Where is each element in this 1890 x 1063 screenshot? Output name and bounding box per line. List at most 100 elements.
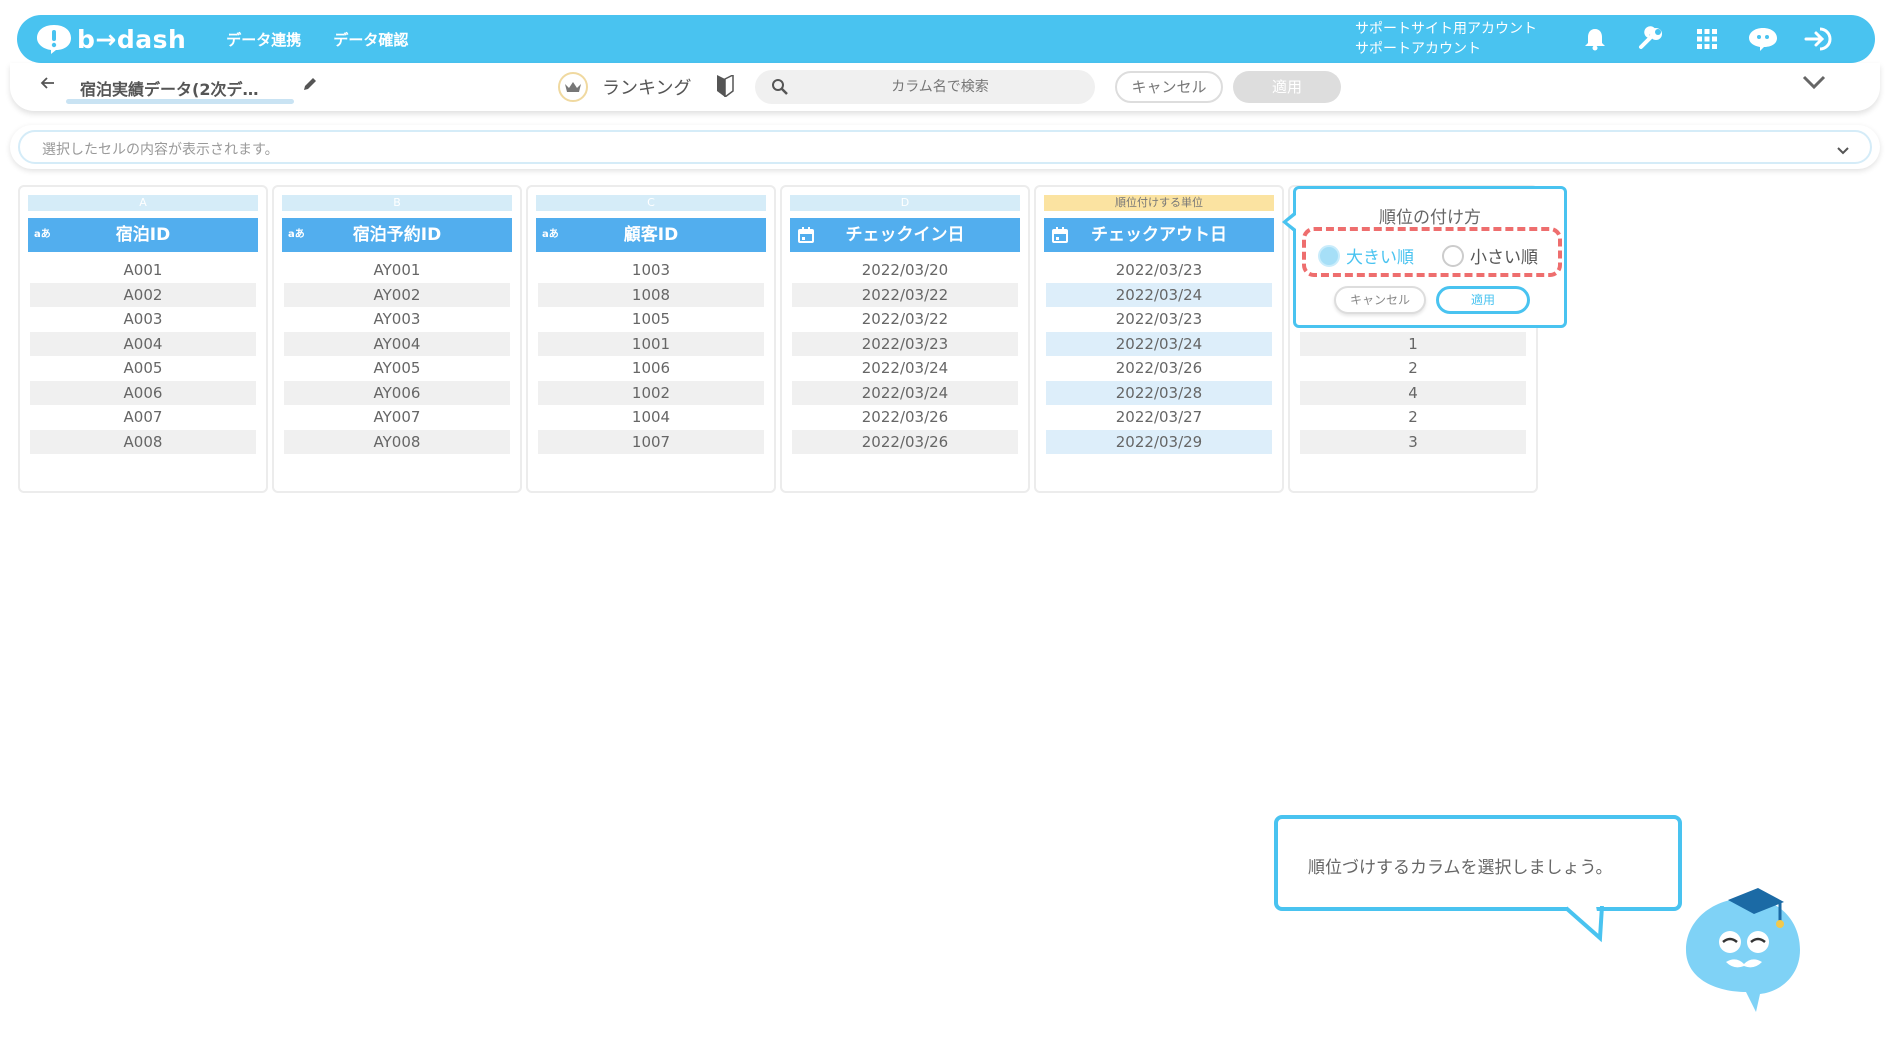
table-cell[interactable]: 2022/03/28 <box>1046 380 1272 405</box>
popup-apply-button[interactable]: 適用 <box>1436 286 1530 314</box>
table-cell[interactable]: A002 <box>30 282 256 307</box>
table-cell[interactable]: 2022/03/24 <box>792 356 1018 380</box>
radio-descending[interactable]: 大きい順 <box>1318 243 1414 268</box>
chat-mascot-icon[interactable] <box>1747 23 1779 55</box>
column-letter: D <box>790 195 1020 211</box>
cancel-button[interactable]: キャンセル <box>1115 71 1223 103</box>
apps-grid-icon[interactable] <box>1691 23 1723 55</box>
table-cell[interactable]: 2022/03/23 <box>1046 307 1272 331</box>
crown-icon <box>558 72 588 102</box>
column-letter: C <box>536 195 766 211</box>
dataset-title[interactable]: 宿泊実績データ(2次デ… <box>80 76 258 100</box>
table-cell[interactable]: 2022/03/23 <box>792 331 1018 356</box>
text-type-icon: aあ <box>34 229 51 240</box>
table-cell[interactable]: AY001 <box>284 258 510 282</box>
table-cell[interactable]: 1003 <box>538 258 764 282</box>
guide-message: 順位づけするカラムを選択しましょう。 <box>1308 858 1613 878</box>
table-cell[interactable]: 1008 <box>538 282 764 307</box>
expand-chevron-icon[interactable] <box>1836 141 1850 160</box>
column-header-label: チェックアウト日 <box>1091 225 1227 245</box>
mode-title: ランキング <box>602 78 692 99</box>
column-header[interactable]: チェックアウト日 <box>1044 218 1274 252</box>
table-cell[interactable]: 1002 <box>538 380 764 405</box>
popup-cancel-button[interactable]: キャンセル <box>1334 286 1426 314</box>
cell-content-placeholder: 選択したセルの内容が表示されます。 <box>42 142 279 158</box>
logo-text: b→dash <box>77 24 187 54</box>
radio-ascending-label: 小さい順 <box>1470 248 1538 268</box>
column-header[interactable]: aあ 宿泊予約ID <box>282 218 512 252</box>
table-cell[interactable]: A006 <box>30 380 256 405</box>
cell-content-field[interactable]: 選択したセルの内容が表示されます。 <box>18 130 1872 164</box>
column-letter: A <box>28 195 258 211</box>
edit-pencil-icon[interactable] <box>302 76 318 96</box>
nav-data-check[interactable]: データ確認 <box>333 29 408 50</box>
dataset-toolbar: 宿泊実績データ(2次デ… ランキング キャンセル 適用 <box>10 63 1880 111</box>
table-cell[interactable]: 2022/03/26 <box>792 405 1018 429</box>
radio-ascending-dot <box>1442 244 1464 267</box>
column-1: Aaあ 宿泊ID A001 A002 A003 A004 A005 A006 A007 A008 <box>18 185 268 493</box>
table-cell[interactable]: 2022/03/26 <box>792 429 1018 454</box>
table-cell[interactable]: 2022/03/20 <box>792 258 1018 282</box>
column-search-input[interactable] <box>805 70 1075 104</box>
table-cell[interactable]: 2022/03/26 <box>1046 356 1272 380</box>
column-search <box>755 70 1095 104</box>
table-cell[interactable]: AY008 <box>284 429 510 454</box>
table-cell[interactable]: 2022/03/22 <box>792 307 1018 331</box>
table-cell[interactable]: 1 <box>1300 331 1526 356</box>
column-letter: 順位付けする単位 <box>1044 195 1274 211</box>
table-cell[interactable]: 1007 <box>538 429 764 454</box>
table-cell[interactable]: 2022/03/29 <box>1046 429 1272 454</box>
table-cell[interactable]: 2 <box>1300 356 1526 380</box>
table-cell[interactable]: AY005 <box>284 356 510 380</box>
table-cell[interactable]: AY007 <box>284 405 510 429</box>
table-cell[interactable]: 2022/03/27 <box>1046 405 1272 429</box>
back-arrow-icon[interactable] <box>40 75 56 96</box>
column-letter: B <box>282 195 512 211</box>
table-cell[interactable]: 2 <box>1300 405 1526 429</box>
table-cell[interactable]: 4 <box>1300 380 1526 405</box>
wrench-icon[interactable] <box>1635 23 1667 55</box>
ranking-order-popup: 順位の付け方 大きい順 小さい順 キャンセル 適用 <box>1293 186 1567 328</box>
radio-descending-label: 大きい順 <box>1346 248 1414 268</box>
column-header[interactable]: チェックイン日 <box>790 218 1020 252</box>
table-cell[interactable]: A005 <box>30 356 256 380</box>
table-cell[interactable]: AY004 <box>284 331 510 356</box>
table-cell[interactable]: AY003 <box>284 307 510 331</box>
guide-speech-bubble: 順位づけするカラムを選択しましょう。 <box>1274 815 1682 911</box>
table-cell[interactable]: 2022/03/24 <box>1046 282 1272 307</box>
table-cell[interactable]: 1005 <box>538 307 764 331</box>
radio-ascending[interactable]: 小さい順 <box>1442 243 1538 268</box>
beginner-mark-icon[interactable] <box>716 73 734 101</box>
table-cell[interactable]: 1001 <box>538 331 764 356</box>
bell-icon[interactable] <box>1579 23 1611 55</box>
column-header[interactable]: aあ 顧客ID <box>536 218 766 252</box>
logo[interactable]: b→dash <box>35 23 186 55</box>
table-cell[interactable]: 1004 <box>538 405 764 429</box>
nav-data-integration[interactable]: データ連携 <box>226 29 301 50</box>
table-cell[interactable]: A004 <box>30 331 256 356</box>
column-4: D チェックイン日 2022/03/20 2022/03/22 2022/03/22 20… <box>780 185 1030 493</box>
column-2: Baあ 宿泊予約ID AY001 AY002 AY003 AY004 AY005 AY006 A… <box>272 185 522 493</box>
table-cell[interactable]: 2022/03/22 <box>792 282 1018 307</box>
account-site-name: サポートサイト用アカウント <box>1355 21 1537 37</box>
table-cell[interactable]: A008 <box>30 429 256 454</box>
table-cell[interactable]: 2022/03/24 <box>1046 331 1272 356</box>
column-header-label: 宿泊ID <box>115 225 171 245</box>
table-cell[interactable]: 2022/03/24 <box>792 380 1018 405</box>
table-cell[interactable]: 3 <box>1300 429 1526 454</box>
table-cell[interactable]: 1006 <box>538 356 764 380</box>
table-cell[interactable]: AY002 <box>284 282 510 307</box>
table-cell[interactable]: 2022/03/23 <box>1046 258 1272 282</box>
apply-button[interactable]: 適用 <box>1233 71 1341 103</box>
table-cell[interactable]: AY006 <box>284 380 510 405</box>
column-header[interactable]: aあ 宿泊ID <box>28 218 258 252</box>
table-cell[interactable]: A007 <box>30 405 256 429</box>
calendar-icon <box>1052 227 1068 243</box>
table-cell[interactable]: A001 <box>30 258 256 282</box>
account-info[interactable]: サポートサイト用アカウント サポートアカウント <box>1355 19 1537 59</box>
text-type-icon: aあ <box>288 229 305 240</box>
table-cell[interactable]: A003 <box>30 307 256 331</box>
logout-icon[interactable] <box>1803 23 1835 55</box>
speech-bubble-tail <box>1564 906 1604 943</box>
chevron-down-icon[interactable] <box>1802 74 1826 94</box>
